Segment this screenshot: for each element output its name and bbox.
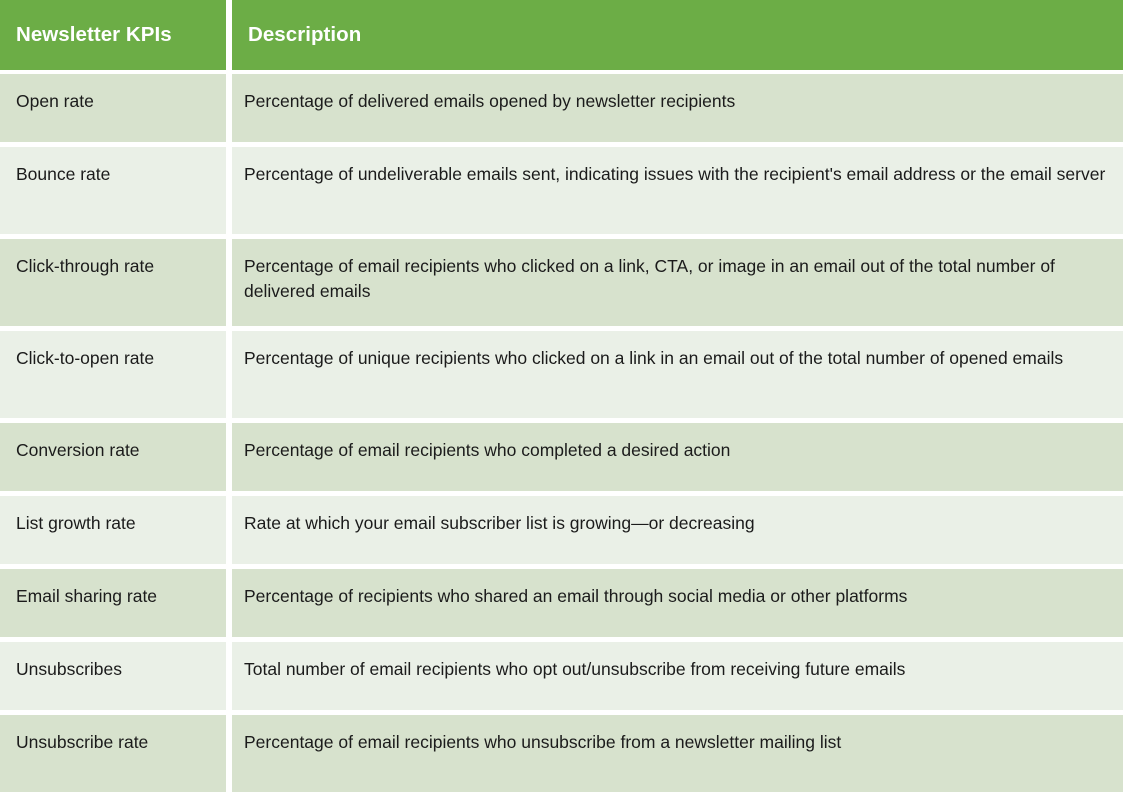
- row-right-padding: [1123, 564, 1129, 637]
- kpi-description: Percentage of email recipients who unsub…: [232, 710, 1123, 792]
- kpi-description: Total number of email recipients who opt…: [232, 637, 1123, 710]
- table-row: Open rate Percentage of delivered emails…: [0, 70, 1129, 142]
- kpi-name: Unsubscribe rate: [0, 710, 226, 792]
- kpi-name: Bounce rate: [0, 142, 226, 234]
- kpi-description: Percentage of email recipients who click…: [232, 234, 1123, 326]
- kpi-description: Percentage of recipients who shared an e…: [232, 564, 1123, 637]
- kpi-description: Rate at which your email subscriber list…: [232, 491, 1123, 564]
- kpi-name: Open rate: [0, 70, 226, 142]
- row-right-padding: [1123, 326, 1129, 418]
- table-header: Newsletter KPIs Description: [0, 0, 1129, 70]
- kpi-description: Percentage of undeliverable emails sent,…: [232, 142, 1123, 234]
- row-right-padding: [1123, 637, 1129, 710]
- row-right-padding: [1123, 70, 1129, 142]
- row-right-padding: [1123, 234, 1129, 326]
- table-row: Email sharing rate Percentage of recipie…: [0, 564, 1129, 637]
- newsletter-kpi-table: Newsletter KPIs Description Open rate Pe…: [0, 0, 1129, 792]
- table-row: Conversion rate Percentage of email reci…: [0, 418, 1129, 491]
- header-row: Newsletter KPIs Description: [0, 0, 1129, 70]
- column-header-description: Description: [232, 0, 1123, 70]
- table-body: Open rate Percentage of delivered emails…: [0, 70, 1129, 792]
- table-row: Unsubscribes Total number of email recip…: [0, 637, 1129, 710]
- header-right-padding: [1123, 0, 1129, 70]
- table-row: Click-to-open rate Percentage of unique …: [0, 326, 1129, 418]
- column-header-newsletter-kpis: Newsletter KPIs: [0, 0, 226, 70]
- kpi-name: Click-to-open rate: [0, 326, 226, 418]
- table-row: Click-through rate Percentage of email r…: [0, 234, 1129, 326]
- kpi-name: Conversion rate: [0, 418, 226, 491]
- kpi-description: Percentage of email recipients who compl…: [232, 418, 1123, 491]
- row-right-padding: [1123, 418, 1129, 491]
- kpi-name: Unsubscribes: [0, 637, 226, 710]
- row-right-padding: [1123, 142, 1129, 234]
- table-row: Bounce rate Percentage of undeliverable …: [0, 142, 1129, 234]
- row-right-padding: [1123, 491, 1129, 564]
- table-row: Unsubscribe rate Percentage of email rec…: [0, 710, 1129, 792]
- kpi-description: Percentage of delivered emails opened by…: [232, 70, 1123, 142]
- row-right-padding: [1123, 710, 1129, 792]
- kpi-description: Percentage of unique recipients who clic…: [232, 326, 1123, 418]
- kpi-name: List growth rate: [0, 491, 226, 564]
- kpi-name: Email sharing rate: [0, 564, 226, 637]
- table-row: List growth rate Rate at which your emai…: [0, 491, 1129, 564]
- kpi-name: Click-through rate: [0, 234, 226, 326]
